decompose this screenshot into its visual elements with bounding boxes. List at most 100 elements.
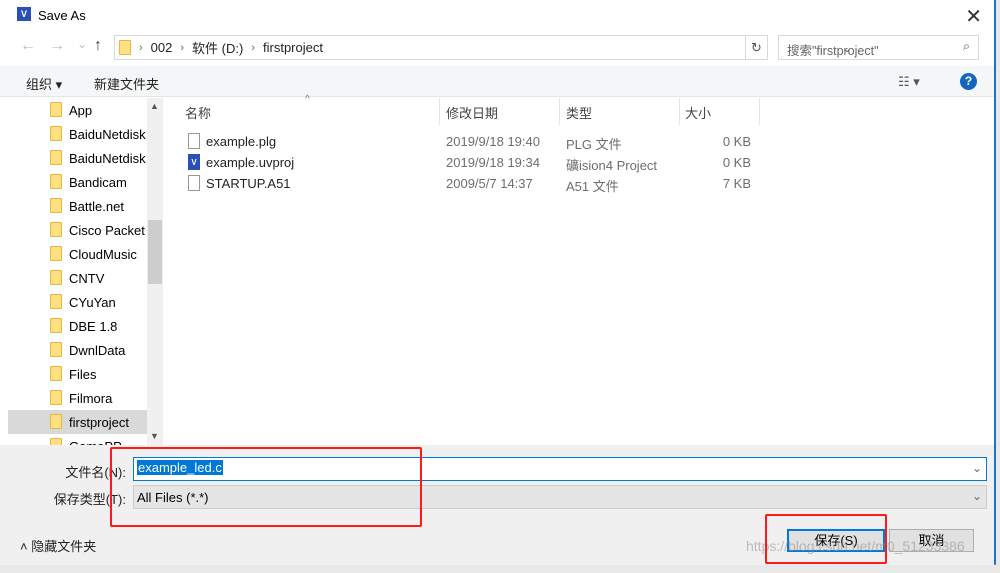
sidebar-item[interactable]: Filmora: [8, 386, 147, 410]
folder-icon: [50, 318, 62, 333]
sort-arrow-icon: ^: [305, 94, 310, 105]
file-size: 0 KB: [722, 134, 751, 149]
forward-button[interactable]: →: [49, 37, 65, 55]
file-row[interactable]: example.plg 2019/9/18 19:40 PLG 文件 0 KB: [165, 131, 994, 152]
chevron-down-icon: ⌄: [971, 489, 982, 503]
file-size: 0 KB: [722, 155, 751, 170]
sidebar-item[interactable]: BaiduNetdisk: [8, 146, 147, 170]
uvision-icon: V: [17, 7, 31, 21]
folder-icon: [50, 342, 62, 357]
folder-icon: [50, 294, 62, 309]
file-name: example.plg: [206, 134, 277, 149]
folder-icon: [50, 414, 62, 429]
file-type: 礦ision4 Project: [566, 158, 658, 173]
file-row[interactable]: STARTUP.A51 2009/5/7 14:37 A51 文件 7 KB: [165, 173, 994, 194]
file-name: example.uvproj: [206, 155, 295, 170]
sidebar-item[interactable]: CNTV: [8, 266, 147, 290]
address-bar[interactable]: › 002 › 软件 (D:) › firstproject ⌄: [114, 35, 851, 60]
back-button[interactable]: ←: [20, 37, 36, 55]
sidebar-item-label: Cisco Packet T: [69, 222, 147, 238]
folder-icon: [50, 438, 62, 445]
sidebar-item[interactable]: DwnlData: [8, 338, 147, 362]
file-size: 7 KB: [722, 176, 751, 191]
sidebar-item[interactable]: Battle.net: [8, 194, 147, 218]
sidebar-item[interactable]: BaiduNetdisk: [8, 122, 147, 146]
sidebar-item-label: CloudMusic: [69, 246, 137, 262]
filetype-value: All Files (*.*): [137, 490, 209, 505]
folder-icon: [50, 270, 62, 285]
folder-icon: [50, 366, 62, 381]
chevron-right-icon: ›: [139, 41, 143, 54]
file-row[interactable]: Vexample.uvproj 2019/9/18 19:34 礦ision4 Pr…: [165, 152, 994, 173]
sidebar-item-label: BaiduNetdisk: [69, 126, 146, 142]
search-icon: ⌕: [962, 39, 970, 53]
watermark: https://blog.csdn.net/m0_51233386: [746, 538, 965, 554]
breadcrumb-item[interactable]: 002: [151, 40, 173, 55]
sidebar-item[interactable]: Files: [8, 362, 147, 386]
file-list: 名称 ^ 修改日期 类型 大小 example.plg 2019/9/18 19:…: [165, 94, 994, 445]
column-header-type[interactable]: 类型: [566, 103, 592, 123]
close-button[interactable]: ✕: [965, 4, 982, 29]
file-type: PLG 文件: [566, 137, 622, 152]
folder-icon: [50, 246, 62, 261]
sidebar-item[interactable]: Bandicam: [8, 170, 147, 194]
file-date: 2009/5/7 14:37: [446, 176, 533, 191]
sidebar-item-label: DBE 1.8: [69, 318, 118, 334]
uvision-icon: V: [188, 154, 200, 170]
filename-label: 文件名(N):: [65, 465, 126, 480]
up-button[interactable]: ↑: [94, 37, 102, 55]
organize-button[interactable]: 组织 ▾: [26, 74, 62, 93]
column-divider[interactable]: [759, 98, 760, 125]
chevron-down-icon[interactable]: ⌄: [972, 461, 982, 475]
sidebar-scrollbar[interactable]: ▲ ▼: [147, 98, 163, 445]
sidebar-item[interactable]: Cisco Packet T: [8, 218, 147, 242]
sidebar-item[interactable]: CYuYan: [8, 290, 147, 314]
title-bar: V Save As ✕: [0, 0, 994, 32]
view-options-button[interactable]: ☷ ▾: [898, 74, 920, 90]
sidebar-item[interactable]: firstproject: [8, 410, 147, 434]
filename-input[interactable]: example_led.c ⌄: [133, 457, 987, 481]
column-header-size[interactable]: 大小: [685, 103, 711, 123]
file-icon: [188, 133, 200, 149]
file-type: A51 文件: [566, 179, 619, 194]
folder-icon: [50, 390, 62, 405]
help-icon[interactable]: ?: [960, 73, 977, 90]
scroll-down-icon[interactable]: ▼: [150, 431, 159, 441]
folder-icon: [50, 198, 62, 213]
chevron-right-icon: ›: [251, 41, 255, 54]
navigation-pane: App BaiduNetdisk BaiduNetdisk Bandicam Battl…: [8, 98, 163, 445]
sidebar-item-label: Bandicam: [69, 174, 127, 190]
sidebar-item[interactable]: CloudMusic: [8, 242, 147, 266]
sidebar-item-label: Filmora: [69, 390, 113, 406]
scroll-up-icon[interactable]: ▲: [150, 101, 159, 111]
sidebar-item-label: firstproject: [69, 414, 129, 430]
new-folder-button[interactable]: 新建文件夹: [94, 74, 159, 93]
sidebar-item-label: BaiduNetdisk: [69, 150, 146, 166]
folder-icon: [50, 222, 62, 237]
column-header-name[interactable]: 名称: [185, 103, 211, 123]
column-divider[interactable]: [439, 98, 440, 125]
column-header-date[interactable]: 修改日期: [446, 103, 498, 123]
column-divider[interactable]: [679, 98, 680, 125]
folder-icon: [50, 150, 62, 165]
search-input[interactable]: 搜索"firstproject" ⌕: [778, 35, 979, 60]
folder-icon: [50, 126, 62, 141]
sidebar-item-label: Files: [69, 366, 97, 382]
filetype-select[interactable]: All Files (*.*) ⌄: [133, 485, 987, 509]
recent-locations-button[interactable]: ⌄: [77, 37, 87, 51]
sidebar-item[interactable]: App: [8, 98, 147, 122]
sidebar-item[interactable]: DBE 1.8: [8, 314, 147, 338]
sidebar-item-label: CNTV: [69, 270, 105, 286]
column-divider[interactable]: [559, 98, 560, 125]
toolbar: 组织 ▾ 新建文件夹 ☷ ▾ ?: [0, 66, 994, 97]
sidebar-item[interactable]: GamePP: [8, 434, 147, 445]
breadcrumb-item[interactable]: firstproject: [263, 40, 323, 55]
filename-value: example_led.c: [137, 460, 223, 475]
hide-folders-button[interactable]: ˄ 隐藏文件夹: [20, 536, 96, 555]
breadcrumb-item[interactable]: 软件 (D:): [192, 38, 243, 57]
file-date: 2019/9/18 19:40: [446, 134, 540, 149]
scrollbar-thumb[interactable]: [148, 220, 162, 284]
filetype-label: 保存类型(T):: [53, 492, 126, 507]
refresh-button[interactable]: ↻: [746, 35, 768, 60]
sidebar-item-label: CYuYan: [69, 294, 116, 310]
